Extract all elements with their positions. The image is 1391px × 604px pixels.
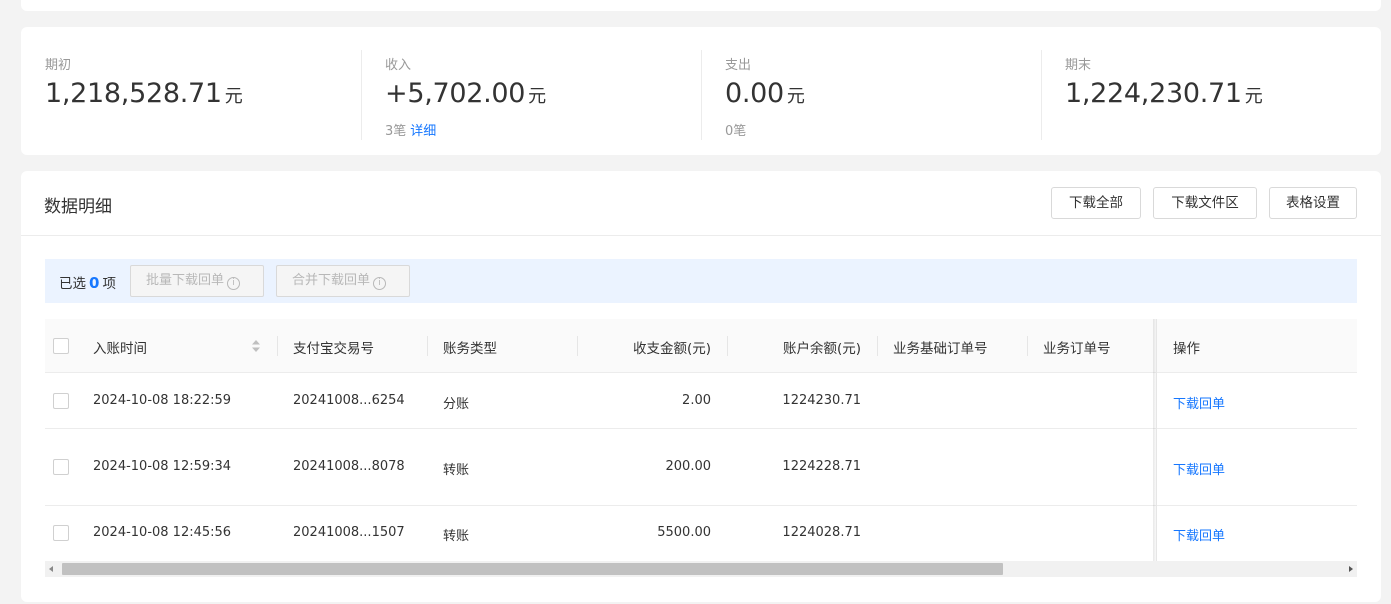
cell-balance: 1224228.71	[782, 459, 861, 474]
column-separator	[877, 336, 878, 356]
stat-income-value: +5,702.00	[385, 78, 526, 109]
stat-expense-count: 0笔	[725, 124, 747, 139]
fixed-column-divider	[1156, 319, 1157, 561]
column-separator	[577, 336, 578, 356]
detail-title: 数据明细	[44, 197, 112, 217]
batch-download-button[interactable]: 批量下载回单 i	[130, 265, 264, 297]
download-files-button[interactable]: 下载文件区	[1153, 187, 1257, 219]
column-header-base-order: 业务基础订单号	[893, 341, 988, 357]
cell-type: 分账	[443, 397, 470, 412]
selection-prefix: 已选	[59, 276, 86, 292]
detail-card: 数据明细 下载全部 下载文件区 表格设置 已选 0 项 批量下载回单 i 合并下载回单…	[21, 171, 1381, 602]
table-row: 2024-10-08 12:45:56 20241008...1507 转账 5…	[45, 506, 1357, 561]
download-receipt-link[interactable]: 下载回单	[1173, 459, 1225, 478]
stat-expense-sub: 0笔	[725, 120, 746, 139]
column-header-balance: 账户余额(元)	[782, 341, 861, 357]
column-separator	[277, 336, 278, 356]
stat-opening-amount: 1,218,528.71 元	[45, 78, 243, 109]
scrollbar-thumb[interactable]	[62, 563, 1003, 575]
select-all-checkbox[interactable]	[53, 338, 69, 354]
table-settings-button[interactable]: 表格设置	[1269, 187, 1357, 219]
cell-time: 2024-10-08 12:45:56	[93, 525, 232, 540]
cell-time: 2024-10-08 12:59:34	[93, 459, 232, 474]
stat-opening-value: 1,218,528.71	[45, 78, 222, 109]
column-separator	[427, 336, 428, 356]
scroll-right-arrow-icon[interactable]	[1349, 566, 1353, 572]
stat-closing-label: 期末	[1065, 58, 1092, 73]
top-card	[21, 0, 1381, 11]
table-header: 入账时间 支付宝交易号 账务类型 收支金额(元) 账户余额(元) 业务基础订单号…	[45, 319, 1357, 373]
column-header-type: 账务类型	[443, 341, 497, 357]
column-separator	[727, 336, 728, 356]
cell-amount: 200.00	[665, 459, 712, 474]
cell-time: 2024-10-08 18:22:59	[93, 393, 232, 408]
stat-closing-value: 1,224,230.71	[1065, 78, 1242, 109]
transaction-table: 入账时间 支付宝交易号 账务类型 收支金额(元) 账户余额(元) 业务基础订单号…	[45, 319, 1357, 561]
detail-divider	[21, 235, 1381, 236]
download-receipt-link[interactable]: 下载回单	[1173, 525, 1225, 544]
stat-income-label: 收入	[385, 58, 412, 73]
column-header-time[interactable]: 入账时间	[93, 337, 147, 357]
stat-expense-amount: 0.00 元	[725, 78, 805, 109]
stat-income-count: 3笔	[385, 124, 407, 139]
stat-expense-unit: 元	[786, 86, 805, 107]
cell-type: 转账	[443, 463, 470, 478]
scroll-left-arrow-icon[interactable]	[49, 566, 53, 572]
stat-divider	[361, 50, 362, 140]
income-detail-link[interactable]: 详细	[410, 124, 436, 139]
cell-amount: 2.00	[682, 393, 711, 408]
column-header-action: 操作	[1173, 341, 1200, 357]
cell-amount: 5500.00	[657, 525, 711, 540]
column-header-amount: 收支金额(元)	[632, 341, 711, 357]
stat-divider	[701, 50, 702, 140]
cell-balance: 1224028.71	[782, 525, 861, 540]
selection-text: 已选 0 项	[59, 272, 116, 292]
selection-bar: 已选 0 项 批量下载回单 i 合并下载回单 i	[45, 259, 1357, 303]
download-all-button[interactable]: 下载全部	[1051, 187, 1141, 219]
summary-card: 期初 1,218,528.71 元 收入 +5,702.00 元 3笔 详细 支出 0…	[21, 27, 1381, 155]
merge-download-button[interactable]: 合并下载回单 i	[276, 265, 410, 297]
stat-closing-amount: 1,224,230.71 元	[1065, 78, 1263, 109]
table-row: 2024-10-08 18:22:59 20241008...6254 分账 2…	[45, 374, 1357, 429]
info-icon: i	[373, 277, 387, 290]
merge-download-label: 合并下载回单	[292, 273, 371, 288]
row-checkbox[interactable]	[53, 459, 69, 475]
stat-income-unit: 元	[528, 86, 547, 107]
column-separator	[1027, 336, 1028, 356]
cell-type: 转账	[443, 529, 470, 544]
selection-count: 0	[89, 274, 100, 292]
cell-trade-no: 20241008...8078	[293, 459, 405, 474]
info-icon: i	[227, 277, 241, 290]
horizontal-scrollbar[interactable]	[45, 561, 1357, 577]
stat-closing-unit: 元	[1244, 86, 1263, 107]
table-row: 2024-10-08 12:59:34 20241008...8078 转账 2…	[45, 429, 1357, 506]
selection-suffix: 项	[102, 276, 116, 292]
stat-expense-label: 支出	[725, 58, 752, 73]
sort-icon[interactable]	[251, 339, 261, 353]
batch-download-label: 批量下载回单	[146, 273, 225, 288]
stat-expense-value: 0.00	[725, 78, 784, 109]
cell-balance: 1224230.71	[782, 393, 861, 408]
stat-opening-label: 期初	[45, 58, 72, 73]
stat-opening-unit: 元	[224, 86, 243, 107]
row-checkbox[interactable]	[53, 393, 69, 409]
stat-divider	[1041, 50, 1042, 140]
row-checkbox[interactable]	[53, 525, 69, 541]
column-header-trade-no: 支付宝交易号	[293, 341, 374, 357]
download-receipt-link[interactable]: 下载回单	[1173, 393, 1225, 412]
stat-income-sub: 3笔 详细	[385, 120, 436, 139]
column-header-order: 业务订单号	[1043, 341, 1111, 357]
stat-income-amount: +5,702.00 元	[385, 78, 546, 109]
cell-trade-no: 20241008...6254	[293, 393, 405, 408]
cell-trade-no: 20241008...1507	[293, 525, 405, 540]
